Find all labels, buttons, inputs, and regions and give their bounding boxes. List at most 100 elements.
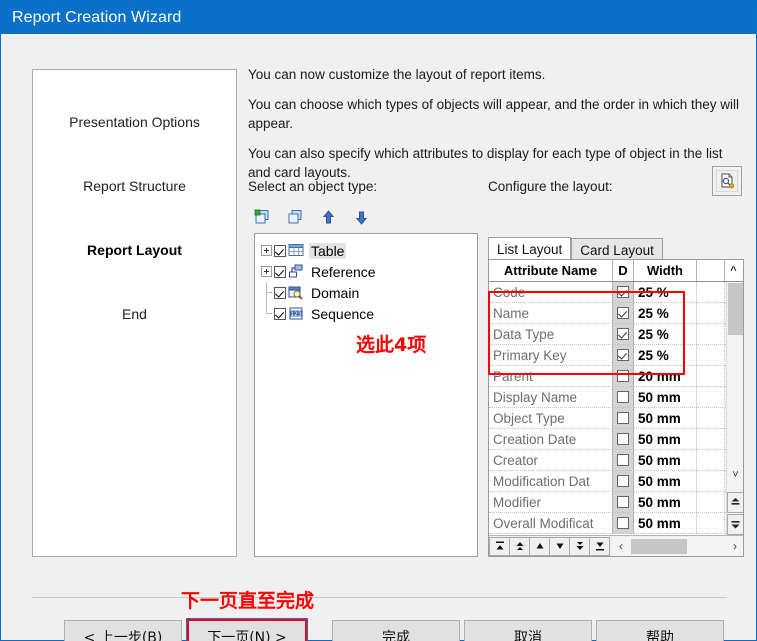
tree-checkbox[interactable] [274, 265, 286, 278]
table-row[interactable]: Parent 20 mm [489, 366, 743, 387]
move-up-button[interactable] [529, 536, 550, 556]
next-button[interactable]: 下一页(N) > [188, 620, 306, 641]
tree-checkbox[interactable] [274, 307, 286, 320]
table-row[interactable]: Display Name 50 mm [489, 387, 743, 408]
table-row[interactable]: Modifier 50 mm [489, 492, 743, 513]
checkbox-icon[interactable] [617, 433, 629, 445]
cell-display-checkbox[interactable] [613, 324, 634, 345]
grid-header-width[interactable]: Width [634, 260, 697, 281]
table-row[interactable]: Creation Date 50 mm [489, 429, 743, 450]
table-row[interactable]: Data Type 25 % [489, 324, 743, 345]
table-row[interactable]: Creator 50 mm [489, 450, 743, 471]
move-down-icon[interactable] [353, 209, 370, 226]
preview-button[interactable] [712, 166, 742, 196]
cell-width[interactable]: 25 % [634, 282, 697, 303]
wizard-step-report-layout[interactable]: Report Layout [87, 242, 182, 258]
object-type-tree[interactable]: Table Reference Domain 123 Sequence [254, 233, 478, 557]
select-all-icon[interactable] [254, 209, 271, 226]
cell-display-checkbox[interactable] [613, 450, 634, 471]
tree-checkbox[interactable] [274, 244, 286, 257]
cell-display-checkbox[interactable] [613, 303, 634, 324]
cell-attribute-name: Name [489, 303, 613, 324]
scroll-down-icon[interactable]: ˅ [727, 466, 743, 483]
tree-item-table[interactable]: Table [261, 240, 477, 261]
table-row[interactable]: Overall Modificat 50 mm [489, 513, 743, 534]
table-row[interactable]: Object Type 50 mm [489, 408, 743, 429]
cell-display-checkbox[interactable] [613, 492, 634, 513]
table-row[interactable]: Name 25 % [489, 303, 743, 324]
move-down-button[interactable] [549, 536, 570, 556]
scroll-left-icon[interactable]: ‹ [613, 537, 629, 556]
help-button[interactable]: 帮助 [596, 620, 724, 641]
checkbox-icon[interactable] [617, 307, 629, 319]
grid-header-row: Attribute Name D Width ^ [489, 260, 743, 282]
table-row[interactable]: Modification Dat 50 mm [489, 471, 743, 492]
cell-width[interactable]: 50 mm [634, 387, 697, 408]
finish-button[interactable]: 完成 [332, 620, 460, 641]
cell-width[interactable]: 20 mm [634, 366, 697, 387]
scroll-page-down-button[interactable] [727, 514, 743, 535]
cell-width[interactable]: 25 % [634, 303, 697, 324]
cell-width[interactable]: 50 mm [634, 492, 697, 513]
move-down-fast-button[interactable] [569, 536, 590, 556]
cancel-button[interactable]: 取消 [464, 620, 592, 641]
expand-icon[interactable] [261, 266, 272, 277]
checkbox-icon[interactable] [617, 370, 629, 382]
checkbox-icon[interactable] [617, 454, 629, 466]
grid-vertical-scrollbar[interactable]: ˅ [726, 282, 743, 535]
checkbox-icon[interactable] [617, 475, 629, 487]
grid-header-attribute-name[interactable]: Attribute Name [489, 260, 613, 281]
cell-width[interactable]: 25 % [634, 345, 697, 366]
cell-display-checkbox[interactable] [613, 345, 634, 366]
scroll-right-icon[interactable]: › [727, 537, 743, 556]
grid-header-display[interactable]: D [613, 260, 634, 281]
grid-horizontal-scrollbar[interactable]: ‹ › [613, 536, 743, 556]
cell-display-checkbox[interactable] [613, 282, 634, 303]
cell-width[interactable]: 50 mm [634, 450, 697, 471]
scroll-page-up-button[interactable] [727, 492, 743, 513]
move-up-icon[interactable] [320, 209, 337, 226]
tree-item-domain[interactable]: Domain [261, 282, 477, 303]
wizard-step-report-structure[interactable]: Report Structure [83, 178, 186, 194]
cell-spare [697, 429, 725, 450]
move-to-bottom-button[interactable] [589, 536, 610, 556]
wizard-step-presentation-options[interactable]: Presentation Options [69, 114, 200, 130]
tree-item-sequence[interactable]: 123 Sequence [261, 303, 477, 324]
checkbox-icon[interactable] [617, 391, 629, 403]
checkbox-icon[interactable] [617, 412, 629, 424]
checkbox-icon[interactable] [617, 286, 629, 298]
deselect-all-icon[interactable] [287, 209, 304, 226]
cell-width[interactable]: 50 mm [634, 513, 697, 534]
scroll-up-icon[interactable]: ^ [725, 260, 742, 281]
cell-display-checkbox[interactable] [613, 408, 634, 429]
annotation-button-note: 下一页直至完成 [181, 590, 315, 612]
cell-spare [697, 387, 725, 408]
tab-list-layout[interactable]: List Layout [488, 237, 572, 260]
cell-display-checkbox[interactable] [613, 513, 634, 534]
tree-item-reference[interactable]: Reference [261, 261, 477, 282]
checkbox-icon[interactable] [617, 349, 629, 361]
move-to-top-button[interactable] [489, 536, 510, 556]
checkbox-icon[interactable] [617, 328, 629, 340]
table-row[interactable]: Code 25 % [489, 282, 743, 303]
scrollbar-thumb[interactable] [728, 283, 743, 335]
cell-display-checkbox[interactable] [613, 471, 634, 492]
checkbox-icon[interactable] [617, 496, 629, 508]
cell-display-checkbox[interactable] [613, 366, 634, 387]
back-button[interactable]: < 上一步(B) [64, 620, 182, 641]
tree-checkbox[interactable] [274, 286, 286, 299]
cell-width[interactable]: 50 mm [634, 408, 697, 429]
wizard-step-end[interactable]: End [122, 306, 147, 322]
cell-width[interactable]: 50 mm [634, 429, 697, 450]
cell-display-checkbox[interactable] [613, 387, 634, 408]
table-row[interactable]: Primary Key 25 % [489, 345, 743, 366]
tab-card-layout[interactable]: Card Layout [571, 238, 663, 260]
checkbox-icon[interactable] [617, 517, 629, 529]
hscrollbar-thumb[interactable] [631, 538, 687, 554]
cell-width[interactable]: 25 % [634, 324, 697, 345]
expand-icon[interactable] [261, 245, 272, 256]
cell-attribute-name: Display Name [489, 387, 613, 408]
move-up-fast-button[interactable] [509, 536, 530, 556]
cell-display-checkbox[interactable] [613, 429, 634, 450]
cell-width[interactable]: 50 mm [634, 471, 697, 492]
